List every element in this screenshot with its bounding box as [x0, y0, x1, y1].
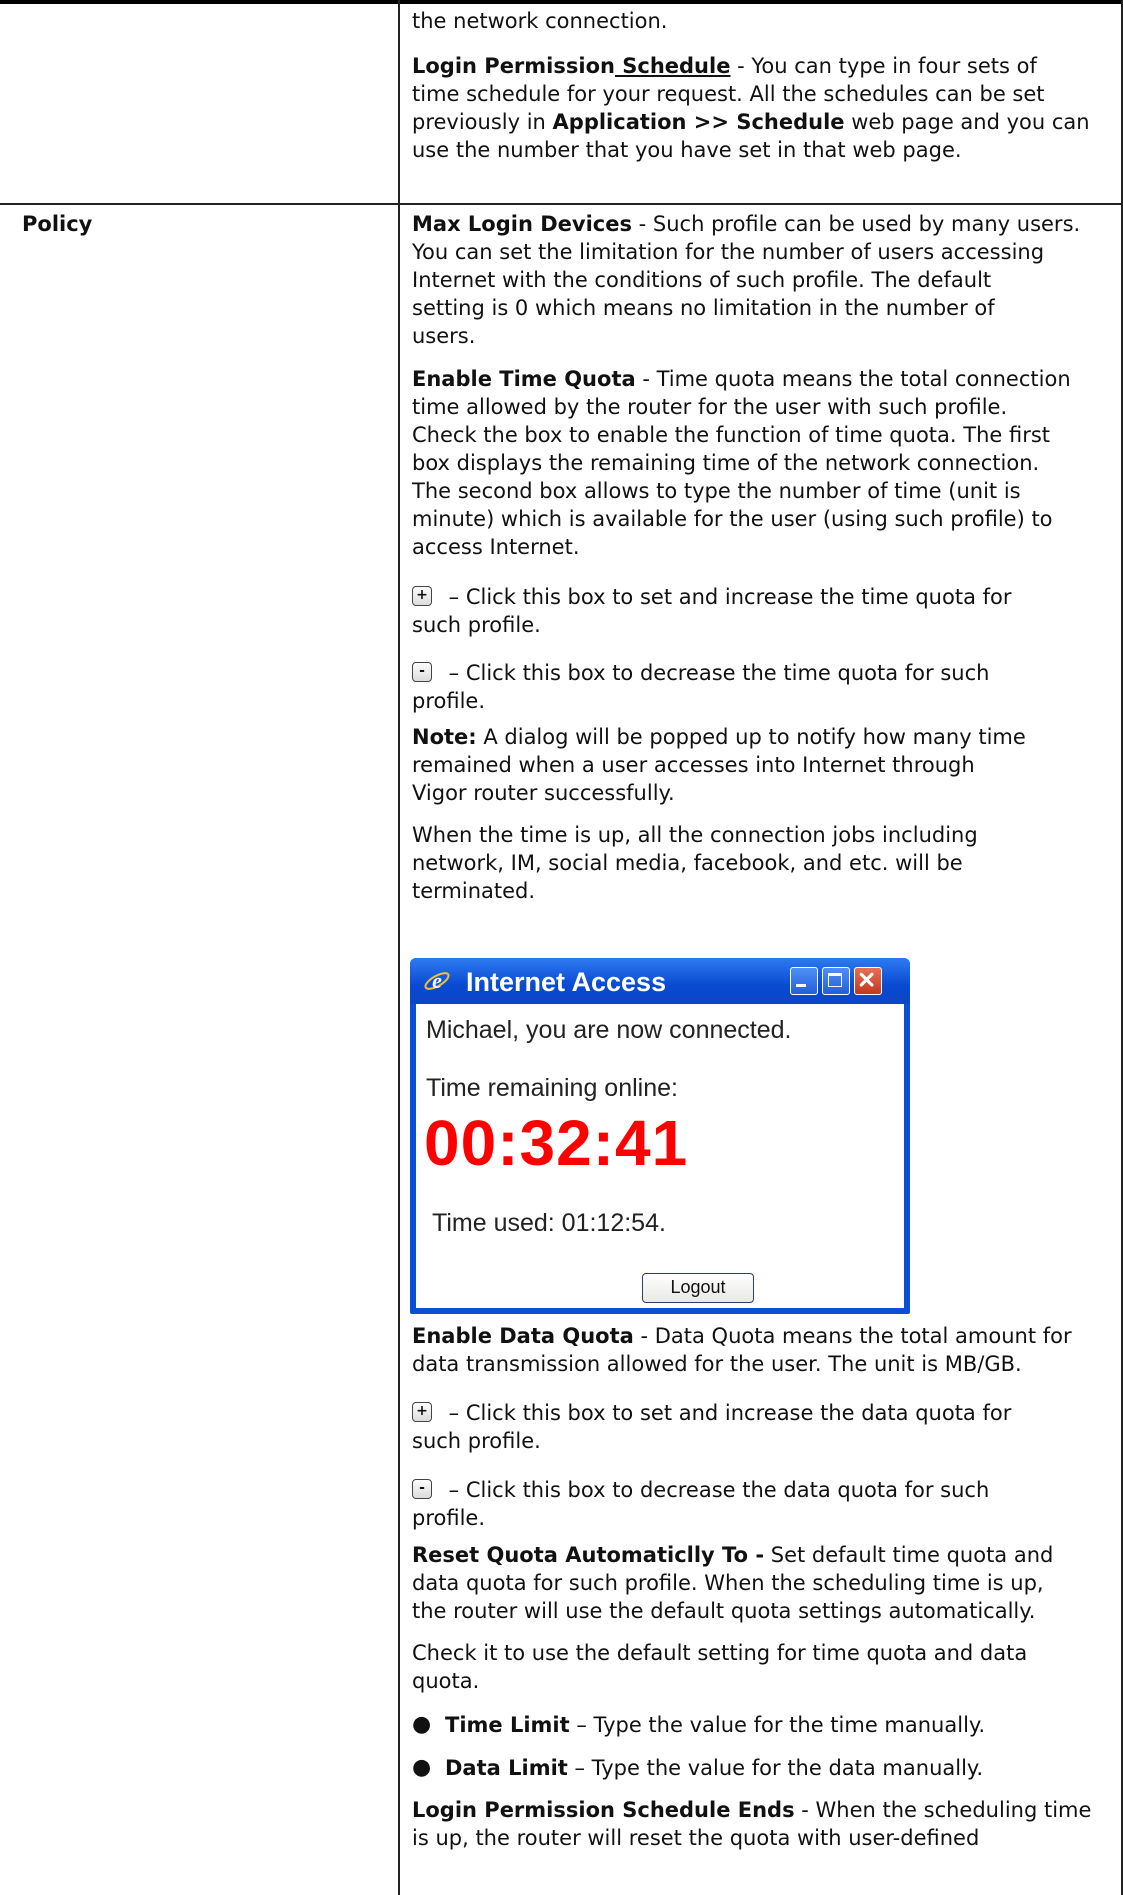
text-line: data quota for such profile. When the sc… [412, 1571, 1044, 1595]
time-minus-line: - – Click this box to decrease the time … [412, 660, 1112, 686]
text-line: such profile. [412, 1429, 541, 1453]
time-plus-line: + – Click this box to set and increase t… [412, 584, 1112, 610]
column-divider [398, 0, 400, 1895]
schedule-ends-paragraph: Login Permission Schedule Ends - When th… [412, 1798, 1092, 1822]
text-line: quota. [412, 1669, 480, 1693]
text-line: Login Permission Schedule - You can type… [412, 54, 1037, 78]
text-line: remained when a user accesses into Inter… [412, 753, 975, 777]
remaining-countdown: 00:32:41 [424, 1107, 689, 1179]
text-line: the router will use the default quota se… [412, 1599, 1036, 1623]
logout-button[interactable]: Logout [642, 1273, 754, 1303]
minimize-button[interactable] [790, 967, 818, 995]
text-line: box displays the remaining time of the n… [412, 451, 1040, 475]
time-quota-paragraph: Enable Time Quota - Time quota means the… [412, 367, 1071, 391]
internet-access-popup: e Internet Access Michael, you are now c… [410, 958, 910, 1314]
text-line: Vigor router successfully. [412, 781, 675, 805]
time-used: Time used: 01:12:54. [432, 1209, 666, 1237]
close-button[interactable] [854, 967, 882, 995]
max-login-paragraph: Max Login Devices - Such profile can be … [412, 212, 1081, 236]
internet-explorer-icon: e [424, 968, 450, 993]
minus-button-icon: - [412, 662, 432, 682]
text-line: such profile. [412, 613, 541, 637]
top-rule [0, 0, 1123, 4]
data-quota-paragraph: Enable Data Quota - Data Quota means the… [412, 1324, 1072, 1348]
text-line: data transmission allowed for the user. … [412, 1352, 1022, 1376]
text-line: When the time is up, all the connection … [412, 823, 978, 847]
text-line: The second box allows to type the number… [412, 479, 1021, 503]
popup-titlebar: e Internet Access [410, 958, 910, 1004]
text-line: use the number that you have set in that… [412, 138, 962, 162]
remaining-label: Time remaining online: [426, 1074, 678, 1102]
text-line: users. [412, 324, 476, 348]
data-minus-line: - – Click this box to decrease the data … [412, 1477, 1112, 1503]
bullet-dot-icon: ● [412, 1755, 432, 1780]
plus-button-icon: + [412, 1402, 432, 1422]
text-line: the network connection. [412, 9, 668, 33]
close-icon [859, 972, 874, 987]
text-line: You can set the limitation for the numbe… [412, 240, 1045, 264]
svg-text:e: e [432, 968, 442, 993]
minus-button-icon: - [412, 1479, 432, 1499]
text-line: profile. [412, 689, 486, 713]
text-line: is up, the router will reset the quota w… [412, 1826, 980, 1850]
note-paragraph: Note: A dialog will be popped up to noti… [412, 725, 1026, 749]
plus-button-icon: + [412, 586, 432, 606]
reset-quota-paragraph: Reset Quota Automaticlly To - Set defaul… [412, 1543, 1054, 1567]
text-line: Check it to use the default setting for … [412, 1641, 1028, 1665]
data-plus-line: + – Click this box to set and increase t… [412, 1400, 1112, 1426]
document-page: the network connection. Login Permission… [0, 0, 1123, 1895]
text-line: access Internet. [412, 535, 580, 559]
row-label-policy: Policy [22, 212, 93, 236]
popup-body: Michael, you are now connected. Time rem… [416, 1004, 904, 1308]
text-line: network, IM, social media, facebook, and… [412, 851, 963, 875]
popup-title: Internet Access [466, 967, 667, 997]
text-line: time allowed by the router for the user … [412, 395, 1008, 419]
text-line: time schedule for your request. All the … [412, 82, 1045, 106]
text-line: previously in Application >> Schedule we… [412, 110, 1090, 134]
text-line: Check the box to enable the function of … [412, 423, 1051, 447]
text-line: terminated. [412, 879, 536, 903]
bullet-time-limit: Time Limit – Type the value for the time… [445, 1713, 986, 1737]
bullet-dot-icon: ● [412, 1712, 432, 1737]
text-line: profile. [412, 1506, 486, 1530]
row-divider [0, 203, 1123, 205]
connected-message: Michael, you are now connected. [426, 1016, 792, 1044]
maximize-button[interactable] [822, 967, 850, 995]
text-line: Internet with the conditions of such pro… [412, 268, 992, 292]
bullet-data-limit: Data Limit – Type the value for the data… [445, 1756, 984, 1780]
text-line: setting is 0 which means no limitation i… [412, 296, 995, 320]
text-line: minute) which is available for the user … [412, 507, 1053, 531]
